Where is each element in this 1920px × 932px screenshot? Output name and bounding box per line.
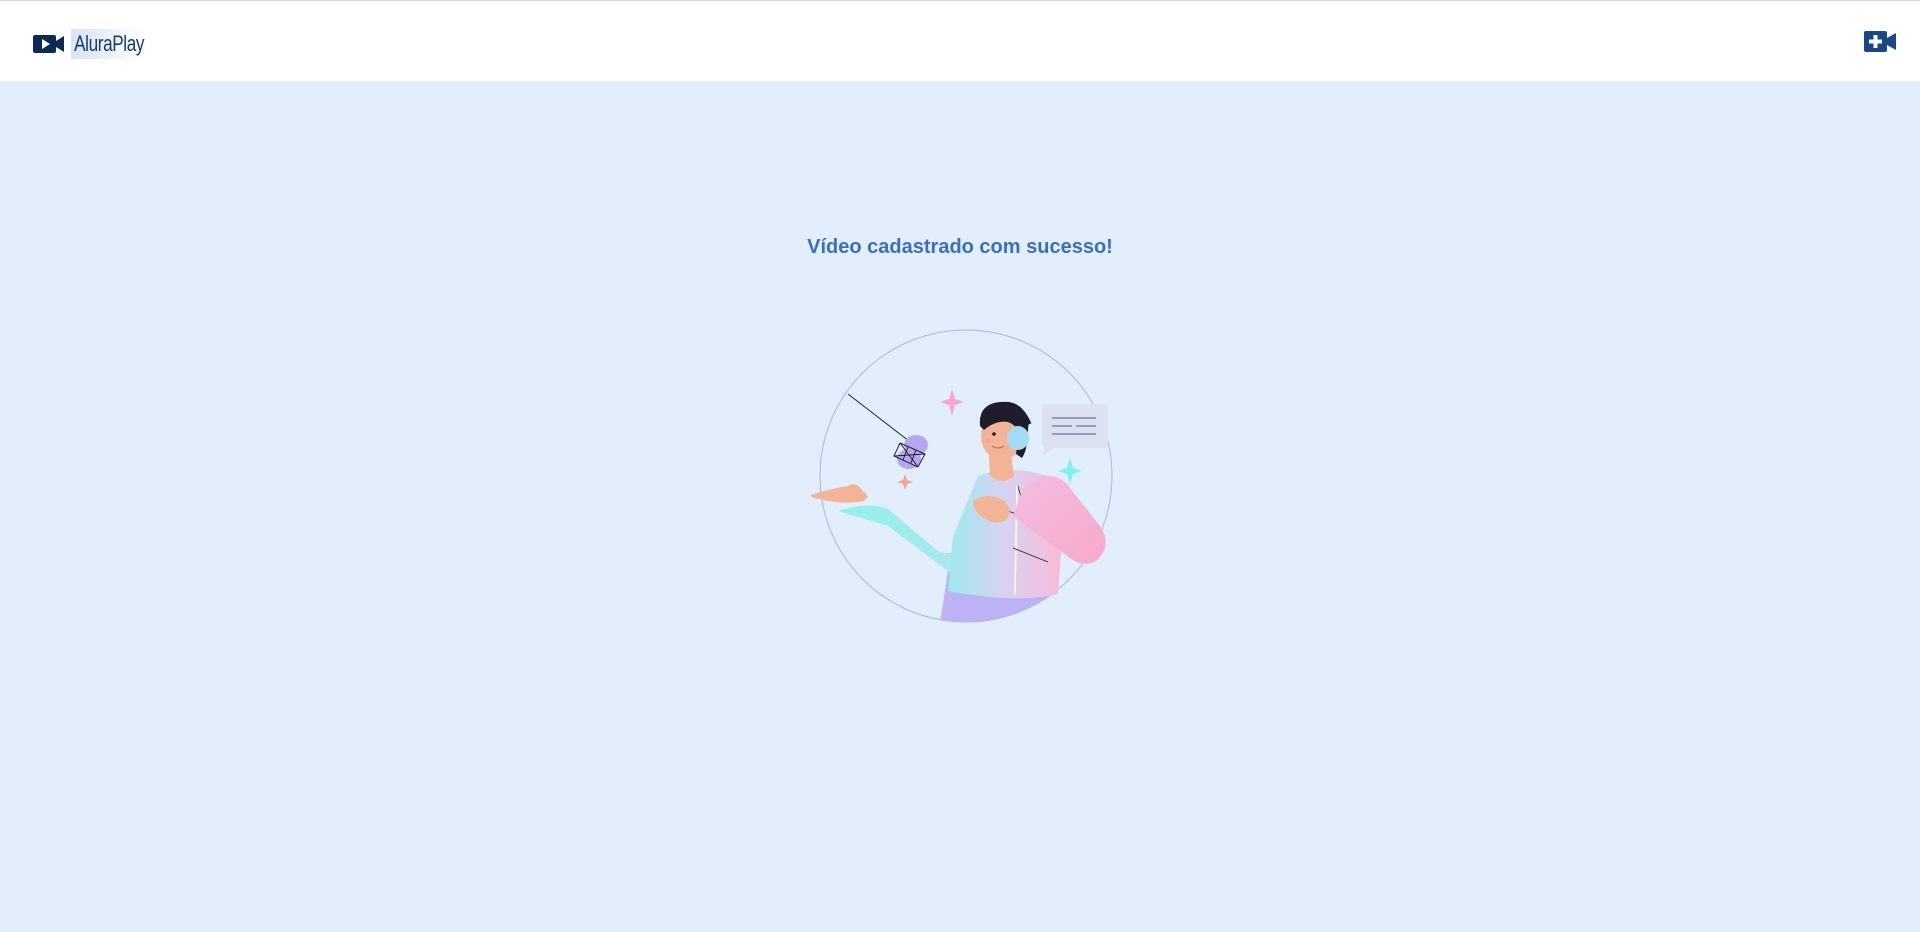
success-message: Vídeo cadastrado com sucesso! (807, 236, 1113, 258)
video-camera-plus-icon (1864, 31, 1896, 56)
brand-logo-link[interactable]: AluraPlay (33, 29, 169, 59)
top-header: AluraPlay (0, 0, 1920, 81)
podcast-illustration (808, 326, 1114, 631)
add-video-button[interactable] (1864, 31, 1896, 57)
main-content: Vídeo cadastrado com sucesso! (0, 81, 1920, 932)
video-camera-icon (33, 34, 65, 54)
brand-name: AluraPlay (71, 29, 148, 59)
person-with-headset-illustration (810, 329, 1113, 623)
